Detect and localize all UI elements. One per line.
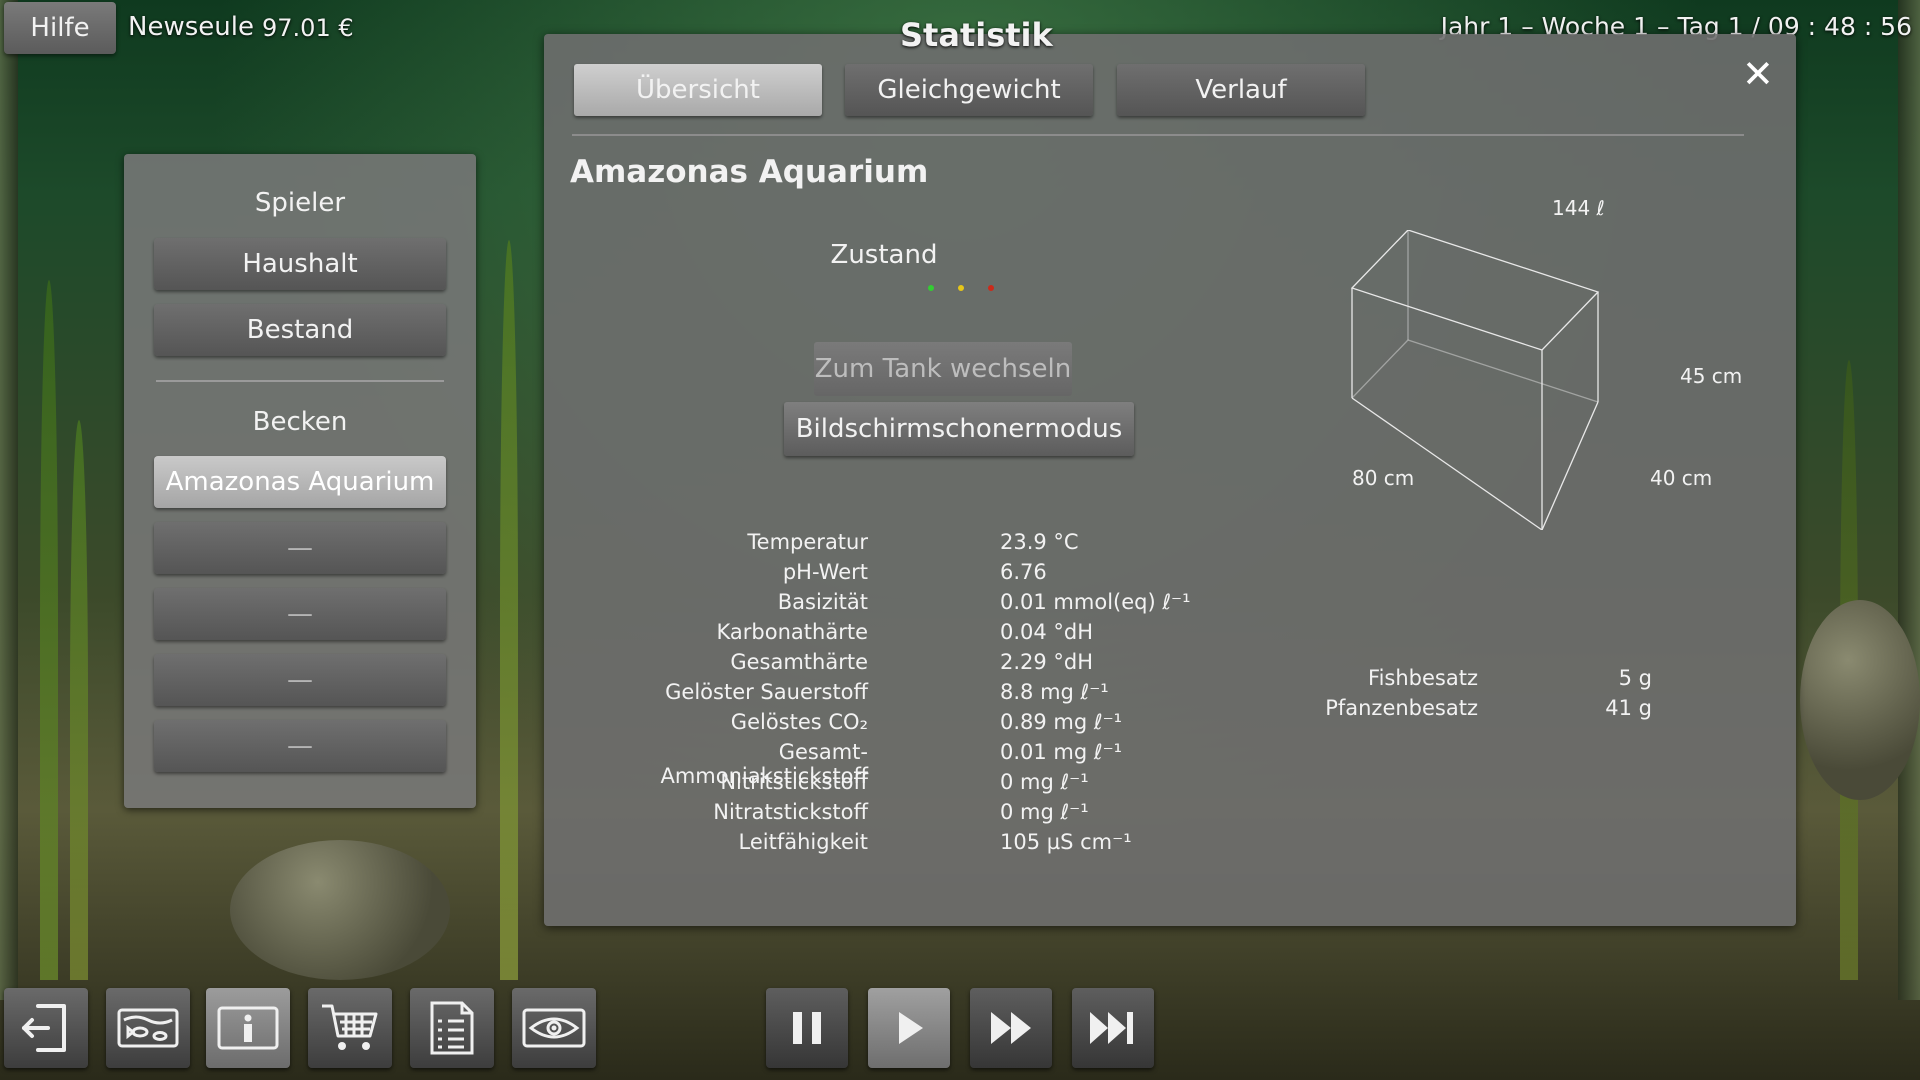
param-value: 0.04 °dH [1000,620,1094,644]
play-icon [899,1012,923,1044]
info-icon [217,1006,279,1050]
player-heading: Spieler [254,188,346,218]
plant-decoration [70,420,88,980]
skip-forward-button[interactable] [1072,988,1154,1068]
plant-stocking-label: Pfanzenbesatz [1325,696,1478,720]
fish-stocking-label: Fishbesatz [1368,666,1478,690]
tank-height: 45 cm [1680,364,1743,388]
panel-divider [156,380,444,382]
inventory-button[interactable]: Bestand [154,304,446,356]
tab-balance[interactable]: Gleichgewicht [845,64,1093,116]
aquarium-frame-left [0,0,18,1000]
exit-button[interactable] [4,988,88,1068]
param-value: 105 µS cm⁻¹ [1000,830,1132,854]
tank-depth: 40 cm [1650,466,1713,490]
param-label: Nitratstickstoff [713,800,868,824]
state-label: Zustand [830,240,938,270]
statistics-panel: ✕ Übersicht Gleichgewicht Verlauf Amazon… [544,34,1796,926]
tank-slot-empty[interactable]: — [154,720,446,772]
plant-stocking-value: 41 g [1605,696,1652,720]
shop-button[interactable] [308,988,392,1068]
state-dot-yellow [958,285,964,291]
aquarium-icon [117,1008,179,1048]
tank-slot-amazonas[interactable]: Amazonas Aquarium [154,456,446,508]
household-button[interactable]: Haushalt [154,238,446,290]
tanks-heading: Becken [252,407,348,437]
navigation-panel: Spieler Haushalt Bestand Becken Amazonas… [124,154,476,808]
param-value: 2.29 °dH [1000,650,1094,674]
param-value: 6.76 [1000,560,1047,584]
skip-forward-icon [1090,1012,1133,1044]
rock-decoration [1800,600,1920,800]
info-button[interactable] [206,988,290,1068]
param-value: 23.9 °C [1000,530,1079,554]
tank-width: 80 cm [1352,466,1415,490]
param-label: Leitfähigkeit [738,830,868,854]
play-button[interactable] [868,988,950,1068]
shop-cart-icon [322,1004,378,1050]
plant-decoration [500,240,518,980]
tank-slot-empty[interactable]: — [154,588,446,640]
switch-to-tank-button[interactable]: Zum Tank wechseln [814,342,1072,396]
param-value: 8.8 mg ℓ⁻¹ [1000,680,1109,704]
state-dot-green [928,285,934,291]
param-label: Temperatur [747,530,868,554]
tank-volume: 144 ℓ [1552,196,1605,220]
tasks-button[interactable] [410,988,494,1068]
view-eye-icon [522,1008,586,1048]
param-label: Gelöstes CO₂ [730,710,868,734]
help-button[interactable]: Hilfe [4,2,116,54]
checklist-icon [430,1001,474,1055]
plant-decoration [40,280,58,980]
tab-history[interactable]: Verlauf [1117,64,1365,116]
tank-slot-empty[interactable]: — [154,654,446,706]
view-mode-button[interactable] [512,988,596,1068]
pause-icon [793,1012,821,1044]
state-dot-red [988,285,994,291]
tank-name-heading: Amazonas Aquarium [570,154,929,190]
aquarium-view-button[interactable] [106,988,190,1068]
aquarium-frame-right [1898,0,1920,1000]
param-value: 0.01 mmol(eq) ℓ⁻¹ [1000,590,1191,614]
fish-stocking-value: 5 g [1618,666,1652,690]
tank-slot-empty[interactable]: — [154,522,446,574]
exit-icon [22,1004,66,1052]
param-value: 0.01 mg ℓ⁻¹ [1000,740,1123,764]
player-name: Newseule [128,12,254,42]
param-value: 0 mg ℓ⁻¹ [1000,800,1089,824]
param-label: Gesamthärte [730,650,868,674]
param-value: 0.89 mg ℓ⁻¹ [1000,710,1123,734]
fast-forward-button[interactable] [970,988,1052,1068]
param-label: pH-Wert [782,560,868,584]
param-value: 0 mg ℓ⁻¹ [1000,770,1089,794]
tab-divider [572,134,1744,136]
statistics-title: Statistik [900,16,1053,54]
param-label: Basizität [777,590,868,614]
tab-overview[interactable]: Übersicht [574,64,822,116]
param-label: Karbonathärte [716,620,868,644]
pause-button[interactable] [766,988,848,1068]
screensaver-mode-button[interactable]: Bildschirmschonermodus [784,402,1134,456]
param-label: Nitritstickstoff [720,770,868,794]
fast-forward-icon [991,1012,1031,1044]
money-balance: 97.01 € [262,14,354,42]
close-icon[interactable]: ✕ [1742,52,1774,96]
rock-decoration [230,840,450,980]
param-label: Gelöster Sauerstoff [665,680,868,704]
